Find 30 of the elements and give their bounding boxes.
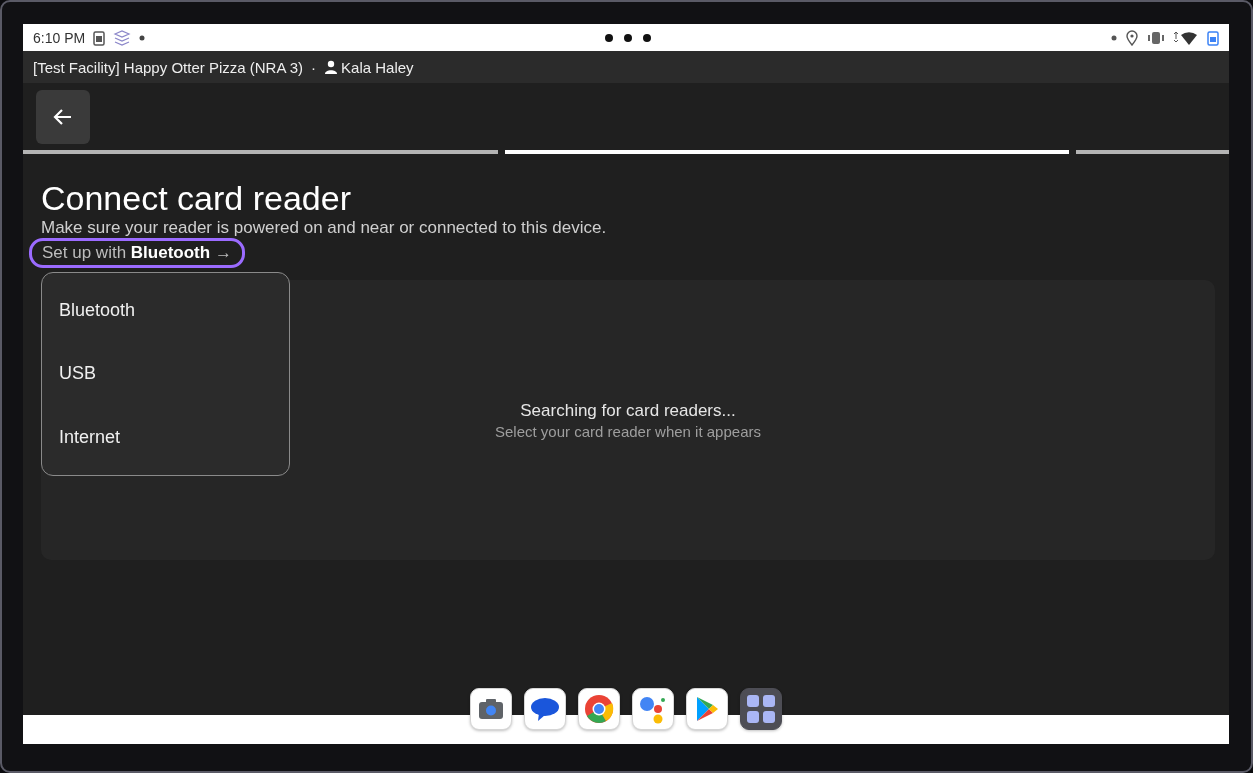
vibrate-icon (1147, 30, 1165, 45)
menu-item[interactable]: Internet (42, 426, 289, 448)
searching-hint: Select your card reader when it appears (495, 422, 761, 440)
layers-icon (113, 28, 132, 47)
browser-icon[interactable] (578, 688, 620, 730)
play-icon[interactable] (686, 688, 728, 730)
user-name: Kala Haley (341, 58, 414, 76)
setup-link[interactable]: Set up with Bluetooth → (29, 238, 245, 268)
camera-icon[interactable] (470, 688, 512, 730)
facility-name: [Test Facility] Happy Otter Pizza (NRA 3) (33, 58, 304, 76)
menu-item[interactable]: USB (42, 363, 289, 385)
separator: · (311, 58, 317, 76)
menu-item[interactable]: Bluetooth (42, 300, 289, 322)
dot-icon (139, 34, 146, 41)
clock: 6:10 PM (33, 29, 86, 46)
battery-icon (1207, 29, 1219, 46)
back-arrow-icon (53, 107, 73, 126)
searching-title: Searching for card readers... (520, 400, 736, 421)
page-title: Connect card reader (41, 178, 352, 218)
battery-icon (93, 29, 106, 46)
back-button[interactable] (36, 89, 90, 144)
dot-icon (1111, 34, 1117, 41)
grid-icon[interactable] (740, 688, 782, 730)
camera-dots-icon (604, 32, 653, 43)
chat-bubble-icon[interactable] (524, 688, 566, 730)
page-subtitle: Make sure your reader is powered on and near or connected to this device. (41, 218, 608, 238)
wifi-icon (1173, 29, 1199, 46)
location-pin-icon (1125, 29, 1139, 46)
person-icon (324, 60, 339, 74)
dots-icon[interactable] (632, 688, 674, 730)
